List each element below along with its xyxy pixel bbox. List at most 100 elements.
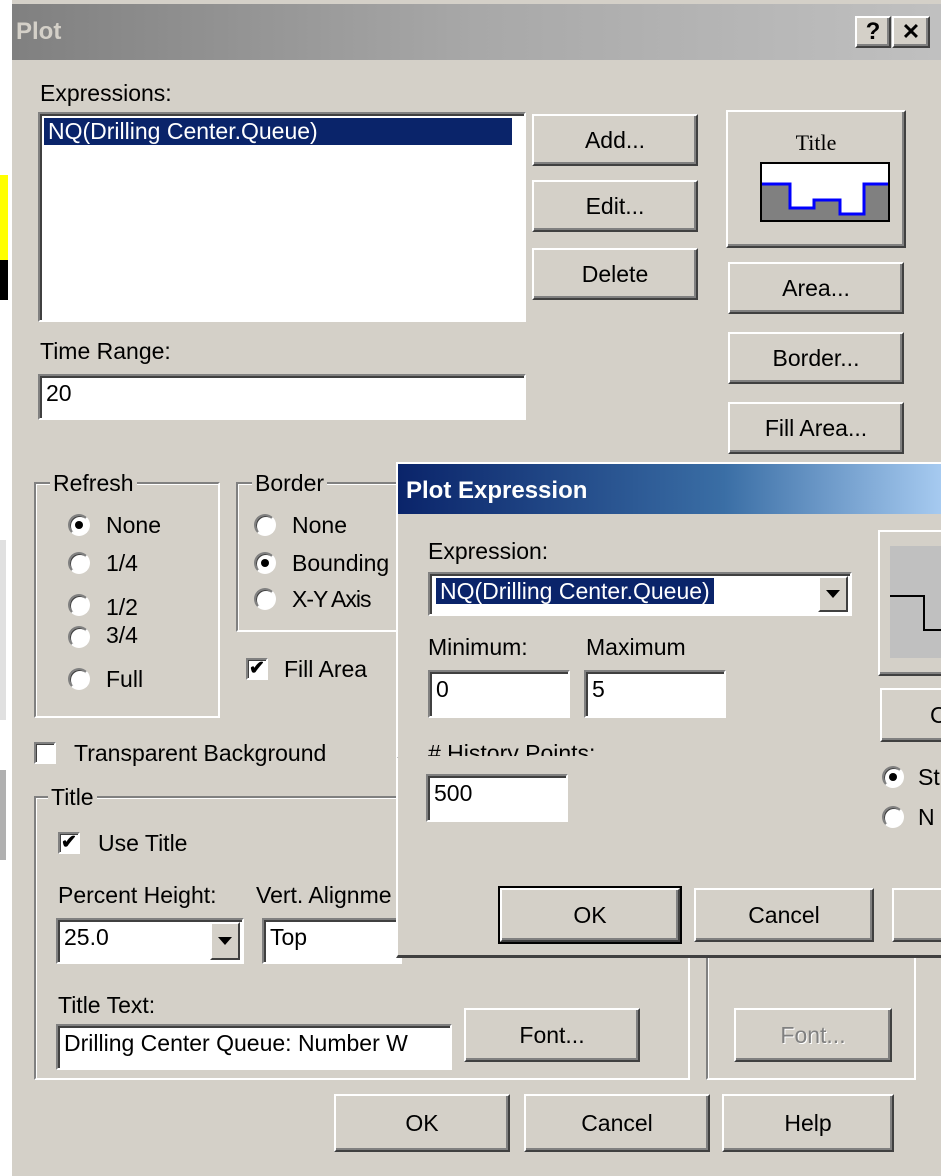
transparent-background-checkbox[interactable] [34, 742, 56, 764]
edit-button-label: Edit... [585, 192, 645, 219]
background-window-edge [0, 540, 6, 720]
refresh-radio-quarter[interactable] [68, 552, 90, 574]
delete-button-label: Delete [581, 260, 649, 287]
area-button-label: Area... [782, 274, 850, 301]
area-button[interactable]: Area... [728, 262, 904, 314]
percent-height-chevron-down-icon[interactable] [210, 922, 240, 960]
main-cancel-button-label: Cancel [581, 1109, 653, 1136]
expressions-listbox[interactable]: NQ(Drilling Center.Queue) [38, 112, 526, 322]
delete-expression-button[interactable]: Delete [532, 248, 698, 300]
use-title-label: Use Title [98, 830, 188, 856]
plot-dialog-title: Plot [16, 18, 62, 45]
plot-expression-titlebar[interactable]: Plot Expression [398, 464, 941, 514]
maximum-label: Maximum [586, 634, 686, 660]
fill-area-checkbox[interactable]: ✔ [246, 658, 268, 680]
expr-side-button-partial[interactable]: C [880, 688, 941, 742]
main-cancel-button[interactable]: Cancel [524, 1094, 710, 1152]
vert-alignment-label: Vert. Alignme [256, 882, 392, 908]
border-button-label: Border... [772, 344, 860, 371]
title-font-button[interactable]: Font... [464, 1008, 640, 1062]
main-help-button-label: Help [784, 1109, 832, 1136]
plot-dialog-titlebar[interactable]: Plot ? ✕ [12, 4, 941, 60]
refresh-option-quarter: 1/4 [106, 550, 138, 576]
plot-expression-dialog: Plot Expression Expression: NQ(Drilling … [396, 462, 941, 766]
expression-list-item[interactable]: NQ(Drilling Center.Queue) [44, 118, 512, 145]
plot-expression-title: Plot Expression [406, 477, 588, 504]
refresh-radio-three-quarter[interactable] [68, 626, 90, 648]
use-title-checkbox[interactable]: ✔ [58, 832, 80, 854]
fill-area-button[interactable]: Fill Area... [728, 402, 904, 454]
expression-dropdown-value: NQ(Drilling Center.Queue) [436, 578, 714, 604]
background-window-yellow-strip [0, 175, 8, 265]
add-expression-button[interactable]: Add... [532, 114, 698, 166]
percent-height-value: 25.0 [64, 924, 109, 950]
border-option-bounding: Bounding [292, 550, 390, 576]
fill-area-button-label: Fill Area... [764, 414, 868, 441]
expr-radio-partial-1-label: St [918, 764, 940, 790]
expr-ok-button-label: OK [573, 901, 607, 928]
help-glyph: ? [865, 18, 881, 45]
plot-preview[interactable]: Title [726, 110, 906, 248]
vert-alignment-value: Top [270, 924, 308, 950]
border-group-label: Border [252, 470, 328, 497]
expr-help-button-partial[interactable] [892, 888, 941, 942]
expression-chevron-down-icon[interactable] [818, 576, 848, 612]
refresh-option-half: 1/2 [106, 594, 138, 620]
expr-preview-partial[interactable] [878, 530, 941, 676]
secondary-font-button[interactable]: Font... [734, 1008, 892, 1062]
expr-cancel-button-label: Cancel [748, 901, 820, 928]
plot-expression-seam [398, 756, 941, 760]
main-help-button[interactable]: Help [722, 1094, 894, 1152]
help-icon[interactable]: ? [855, 16, 891, 48]
main-ok-button[interactable]: OK [334, 1094, 510, 1152]
border-radio-none[interactable] [254, 514, 276, 536]
time-range-input[interactable]: 20 [38, 374, 526, 420]
border-button[interactable]: Border... [728, 332, 904, 384]
refresh-option-full: Full [106, 666, 144, 692]
percent-height-label: Percent Height: [58, 882, 217, 908]
expr-preview-chart-icon [890, 546, 941, 658]
refresh-option-none: None [106, 512, 161, 538]
refresh-radio-full[interactable] [68, 668, 90, 690]
border-option-xy-axis: X-Y Axis [292, 586, 371, 612]
edit-expression-button[interactable]: Edit... [532, 180, 698, 232]
border-radio-bounding[interactable] [254, 552, 276, 574]
fill-area-checkbox-label: Fill Area [284, 656, 368, 682]
border-radio-xy-axis[interactable] [254, 588, 276, 610]
close-glyph: ✕ [901, 19, 921, 44]
expressions-label: Expressions: [40, 80, 172, 106]
plot-expression-panel-lower: 500 OK Cancel [396, 758, 941, 958]
vert-alignment-dropdown[interactable]: Top [262, 918, 402, 964]
expr-ok-button[interactable]: OK [498, 886, 682, 944]
main-ok-button-label: OK [405, 1109, 439, 1136]
secondary-font-button-label: Font... [780, 1021, 846, 1048]
expression-dropdown[interactable]: NQ(Drilling Center.Queue) [428, 572, 852, 616]
background-window-edge-lower [0, 770, 6, 860]
refresh-radio-none[interactable] [68, 514, 90, 536]
close-icon[interactable]: ✕ [892, 16, 930, 48]
title-text-input[interactable]: Drilling Center Queue: Number W [56, 1024, 452, 1070]
transparent-background-label: Transparent Background [74, 740, 327, 766]
percent-height-dropdown[interactable]: 25.0 [56, 918, 244, 964]
expr-side-button-label: C [930, 701, 941, 728]
maximum-input[interactable]: 5 [584, 670, 726, 718]
title-text-label: Title Text: [58, 992, 156, 1018]
minimum-input[interactable]: 0 [428, 670, 570, 718]
title-group-label: Title [48, 784, 97, 811]
add-button-label: Add... [584, 126, 646, 153]
title-font-button-label: Font... [519, 1021, 585, 1048]
history-points-input[interactable]: 500 [426, 774, 568, 822]
refresh-option-three-quarter: 3/4 [106, 622, 138, 648]
expr-cancel-button[interactable]: Cancel [694, 888, 874, 942]
time-range-label: Time Range: [40, 338, 171, 364]
minimum-label: Minimum: [428, 634, 528, 660]
border-option-none: None [292, 512, 347, 538]
preview-chart-icon [760, 162, 890, 222]
expr-radio-partial-1[interactable] [882, 766, 904, 788]
background-window-dark-strip [0, 260, 8, 300]
preview-title: Title [795, 130, 837, 155]
refresh-radio-half[interactable] [68, 594, 90, 616]
refresh-group-label: Refresh [50, 470, 137, 497]
expr-radio-partial-2-label: N [918, 804, 935, 830]
expr-radio-partial-2[interactable] [882, 806, 904, 828]
